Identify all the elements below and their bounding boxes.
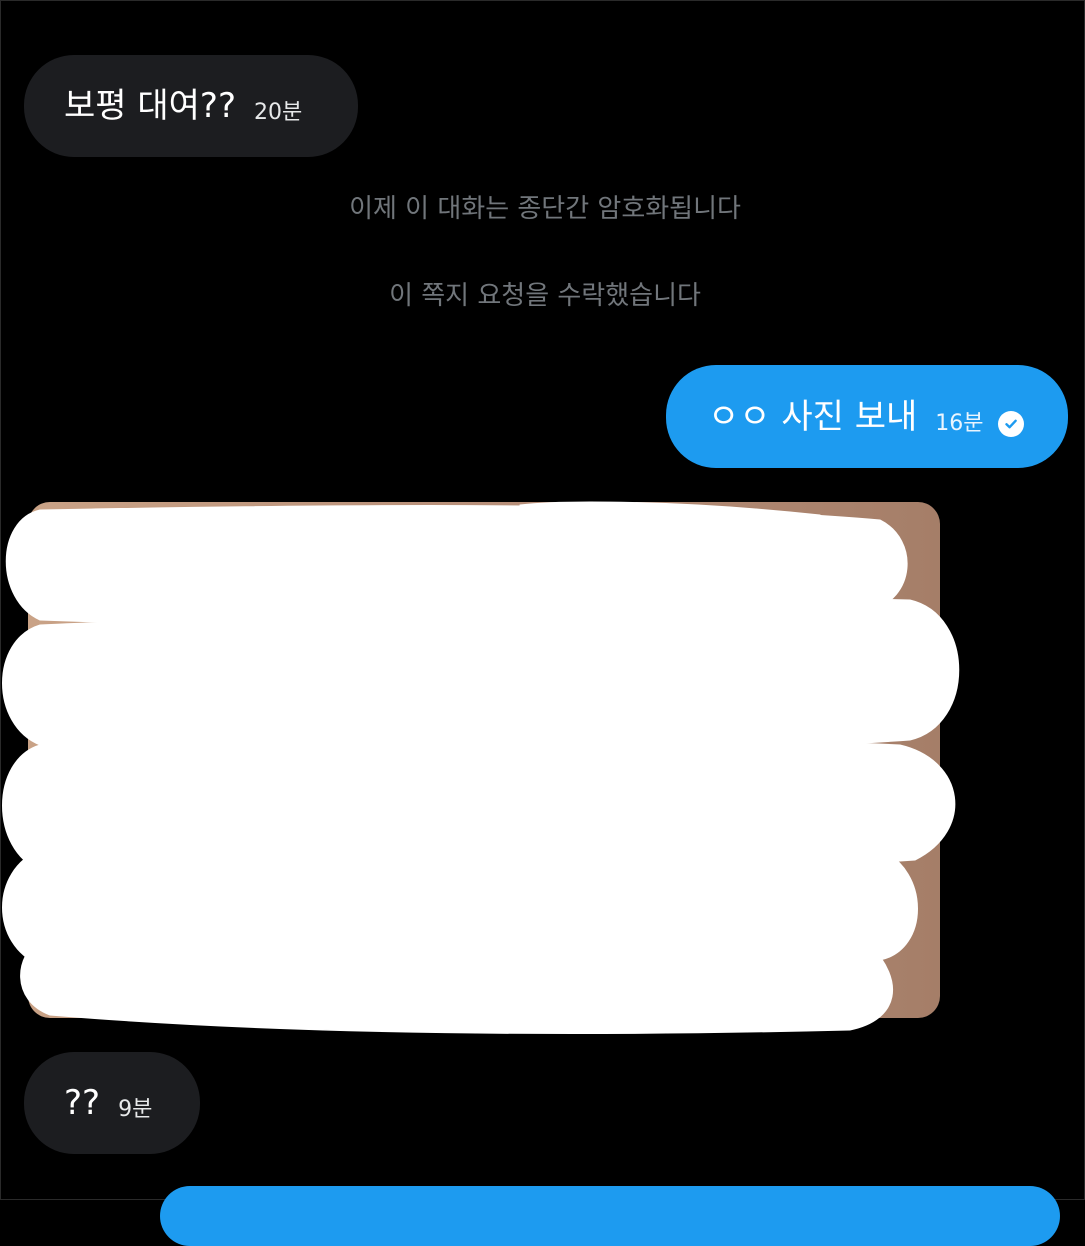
message-bubble-incoming[interactable]: ?? 9분 — [24, 1052, 200, 1154]
message-bubble-outgoing-partial[interactable] — [160, 1186, 1060, 1246]
message-text: ?? — [64, 1083, 101, 1123]
message-text: ㅇㅇ 사진 보내 — [708, 396, 918, 437]
system-notice-request-accepted: 이 쪽지 요청을 수락했습니다 — [389, 281, 701, 311]
message-bubble-outgoing[interactable]: ㅇㅇ 사진 보내 16분 — [666, 365, 1068, 468]
message-bubble-incoming[interactable]: 보평 대여?? 20분 — [24, 55, 358, 157]
message-timestamp: 16분 — [935, 410, 984, 436]
message-text: 보평 대여?? — [64, 86, 237, 126]
read-check-icon — [997, 410, 1024, 437]
message-timestamp: 20분 — [254, 100, 303, 125]
message-photo-attachment[interactable] — [28, 502, 940, 1018]
system-notice-encryption: 이제 이 대화는 종단간 암호화됩니다 — [349, 194, 741, 224]
message-timestamp: 9분 — [118, 1097, 153, 1122]
